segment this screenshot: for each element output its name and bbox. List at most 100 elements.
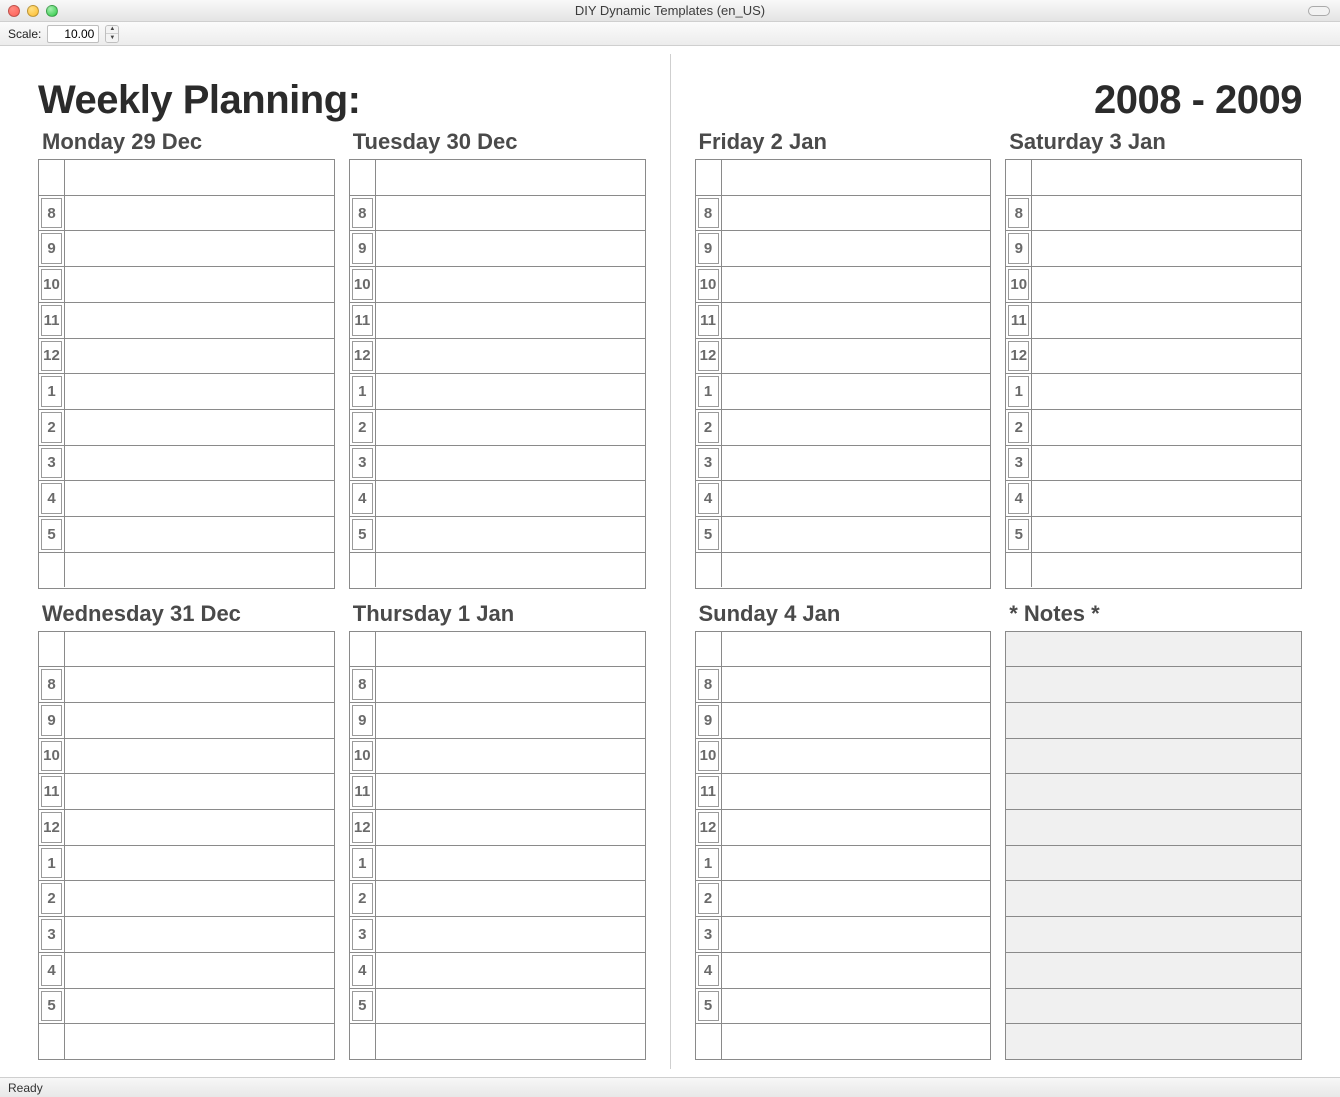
entry-cell[interactable] <box>1032 231 1301 266</box>
minimize-icon[interactable] <box>27 5 39 17</box>
entry-cell[interactable] <box>65 303 334 338</box>
entry-cell[interactable] <box>376 267 645 302</box>
toolbar-toggle-icon[interactable] <box>1308 6 1330 16</box>
entry-cell[interactable] <box>65 774 334 809</box>
entry-cell[interactable] <box>722 481 991 516</box>
entry-cell[interactable] <box>65 410 334 445</box>
entry-cell[interactable] <box>1032 446 1301 481</box>
entry-cell[interactable] <box>376 953 645 988</box>
entry-cell[interactable] <box>722 374 991 409</box>
notes-row[interactable] <box>1006 846 1301 882</box>
entry-cell[interactable] <box>65 481 334 516</box>
entry-cell[interactable] <box>65 374 334 409</box>
close-icon[interactable] <box>8 5 20 17</box>
entry-cell[interactable] <box>722 553 991 588</box>
entry-cell[interactable] <box>722 739 991 774</box>
entry-cell[interactable] <box>65 667 334 702</box>
entry-cell[interactable] <box>1032 410 1301 445</box>
entry-cell[interactable] <box>1032 481 1301 516</box>
entry-cell[interactable] <box>722 517 991 552</box>
entry-cell[interactable] <box>376 481 645 516</box>
entry-cell[interactable] <box>65 231 334 266</box>
entry-cell[interactable] <box>65 989 334 1024</box>
entry-cell[interactable] <box>376 1024 645 1059</box>
entry-cell[interactable] <box>65 881 334 916</box>
entry-cell[interactable] <box>376 989 645 1024</box>
entry-cell[interactable] <box>376 881 645 916</box>
entry-cell[interactable] <box>65 810 334 845</box>
notes-row[interactable] <box>1006 989 1301 1025</box>
entry-cell[interactable] <box>65 917 334 952</box>
entry-cell[interactable] <box>722 810 991 845</box>
notes-row[interactable] <box>1006 953 1301 989</box>
entry-cell[interactable] <box>376 632 645 667</box>
entry-cell[interactable] <box>65 517 334 552</box>
entry-cell[interactable] <box>376 303 645 338</box>
entry-cell[interactable] <box>722 339 991 374</box>
notes-row[interactable] <box>1006 1024 1301 1059</box>
entry-cell[interactable] <box>65 953 334 988</box>
entry-cell[interactable] <box>65 267 334 302</box>
entry-cell[interactable] <box>65 632 334 667</box>
entry-cell[interactable] <box>722 989 991 1024</box>
entry-cell[interactable] <box>376 339 645 374</box>
notes-row[interactable] <box>1006 632 1301 668</box>
notes-row[interactable] <box>1006 881 1301 917</box>
entry-cell[interactable] <box>722 231 991 266</box>
entry-cell[interactable] <box>376 774 645 809</box>
notes-row[interactable] <box>1006 810 1301 846</box>
entry-cell[interactable] <box>65 160 334 195</box>
entry-cell[interactable] <box>376 231 645 266</box>
entry-cell[interactable] <box>65 446 334 481</box>
entry-cell[interactable] <box>1032 160 1301 195</box>
entry-cell[interactable] <box>1032 339 1301 374</box>
scale-step-down-button[interactable]: ▼ <box>106 34 118 42</box>
entry-cell[interactable] <box>722 632 991 667</box>
zoom-icon[interactable] <box>46 5 58 17</box>
entry-cell[interactable] <box>376 446 645 481</box>
entry-cell[interactable] <box>722 953 991 988</box>
entry-cell[interactable] <box>722 267 991 302</box>
entry-cell[interactable] <box>65 339 334 374</box>
entry-cell[interactable] <box>376 846 645 881</box>
entry-cell[interactable] <box>65 196 334 231</box>
scale-input[interactable] <box>47 25 99 43</box>
entry-cell[interactable] <box>722 846 991 881</box>
entry-cell[interactable] <box>65 739 334 774</box>
entry-cell[interactable] <box>376 374 645 409</box>
entry-cell[interactable] <box>1032 267 1301 302</box>
entry-cell[interactable] <box>376 196 645 231</box>
entry-cell[interactable] <box>1032 303 1301 338</box>
entry-cell[interactable] <box>1032 517 1301 552</box>
entry-cell[interactable] <box>65 846 334 881</box>
entry-cell[interactable] <box>722 881 991 916</box>
entry-cell[interactable] <box>722 917 991 952</box>
entry-cell[interactable] <box>65 553 334 588</box>
entry-cell[interactable] <box>65 703 334 738</box>
entry-cell[interactable] <box>722 410 991 445</box>
entry-cell[interactable] <box>376 410 645 445</box>
notes-row[interactable] <box>1006 667 1301 703</box>
entry-cell[interactable] <box>376 739 645 774</box>
entry-cell[interactable] <box>376 553 645 588</box>
notes-row[interactable] <box>1006 917 1301 953</box>
entry-cell[interactable] <box>722 196 991 231</box>
entry-cell[interactable] <box>65 1024 334 1059</box>
entry-cell[interactable] <box>376 160 645 195</box>
notes-row[interactable] <box>1006 703 1301 739</box>
entry-cell[interactable] <box>722 303 991 338</box>
entry-cell[interactable] <box>376 667 645 702</box>
entry-cell[interactable] <box>376 810 645 845</box>
entry-cell[interactable] <box>722 446 991 481</box>
entry-cell[interactable] <box>376 517 645 552</box>
entry-cell[interactable] <box>1032 374 1301 409</box>
scale-step-up-button[interactable]: ▲ <box>106 26 118 35</box>
entry-cell[interactable] <box>376 917 645 952</box>
entry-cell[interactable] <box>1032 553 1301 588</box>
entry-cell[interactable] <box>722 667 991 702</box>
entry-cell[interactable] <box>722 703 991 738</box>
entry-cell[interactable] <box>722 1024 991 1059</box>
notes-row[interactable] <box>1006 774 1301 810</box>
entry-cell[interactable] <box>722 774 991 809</box>
entry-cell[interactable] <box>376 703 645 738</box>
